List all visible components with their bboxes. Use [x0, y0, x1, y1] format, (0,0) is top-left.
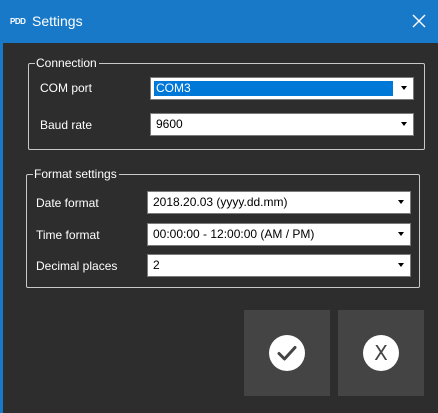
- close-icon: [412, 14, 426, 28]
- chevron-down-icon: [401, 122, 407, 126]
- baud-rate-value: 9600: [156, 117, 183, 131]
- com-port-select[interactable]: COM3: [150, 77, 414, 100]
- decimal-places-value: 2: [153, 258, 160, 272]
- time-format-select[interactable]: 00:00:00 - 12:00:00 (AM / PM): [147, 223, 411, 246]
- com-port-label: COM port: [40, 81, 93, 95]
- time-format-value: 00:00:00 - 12:00:00 (AM / PM): [153, 227, 315, 241]
- chevron-down-icon: [398, 232, 404, 236]
- time-format-dropdown-arrow[interactable]: [392, 224, 410, 245]
- time-format-label: Time format: [36, 228, 100, 242]
- title-bar[interactable]: PDD Settings: [0, 0, 438, 43]
- chevron-down-icon: [401, 86, 407, 90]
- x-icon: X: [374, 341, 388, 365]
- connection-legend: Connection: [35, 56, 99, 70]
- baud-rate-dropdown-arrow[interactable]: [395, 114, 413, 135]
- chevron-down-icon: [398, 200, 404, 204]
- format-settings-legend: Format settings: [33, 167, 119, 181]
- settings-window: PDD Settings Connection COM port COM3 Ba…: [0, 0, 438, 413]
- date-format-value: 2018.20.03 (yyyy.dd.mm): [153, 195, 288, 209]
- cancel-circle: X: [363, 335, 399, 371]
- decimal-places-dropdown-arrow[interactable]: [392, 255, 410, 276]
- com-port-dropdown-arrow[interactable]: [395, 78, 413, 99]
- checkmark-icon: [277, 346, 297, 361]
- cancel-button[interactable]: X: [338, 310, 424, 396]
- window-border: [0, 43, 3, 413]
- decimal-places-label: Decimal places: [36, 259, 118, 273]
- close-button[interactable]: [410, 12, 428, 30]
- baud-rate-select[interactable]: 9600: [150, 113, 414, 136]
- com-port-value: COM3: [153, 80, 394, 97]
- window-title: Settings: [32, 13, 83, 29]
- date-format-dropdown-arrow[interactable]: [392, 192, 410, 213]
- app-icon: PDD: [10, 17, 26, 26]
- date-format-label: Date format: [36, 196, 99, 210]
- baud-rate-label: Baud rate: [40, 118, 93, 132]
- chevron-down-icon: [398, 263, 404, 267]
- decimal-places-select[interactable]: 2: [147, 254, 411, 277]
- date-format-select[interactable]: 2018.20.03 (yyyy.dd.mm): [147, 191, 411, 214]
- ok-button[interactable]: [244, 310, 330, 396]
- ok-circle: [269, 335, 305, 371]
